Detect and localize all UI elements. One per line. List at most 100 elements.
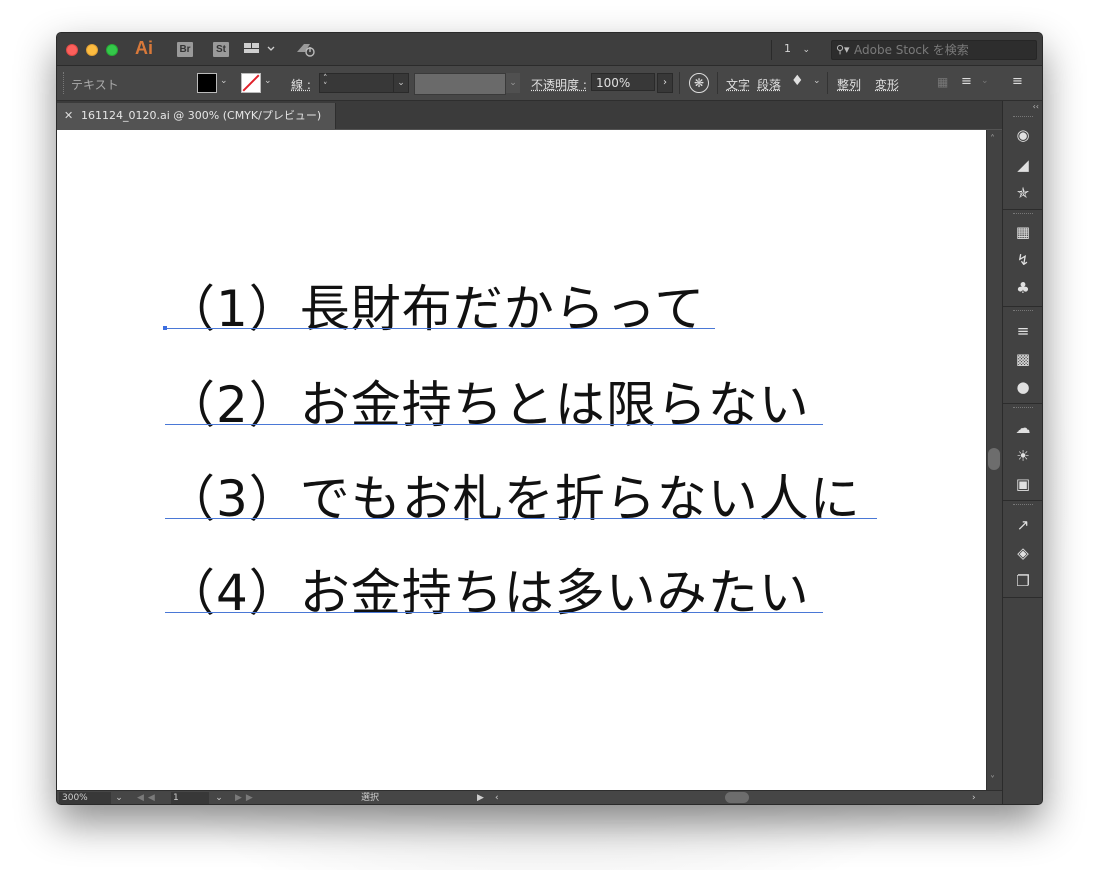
cc-libraries-icon[interactable]: ☁ xyxy=(1013,418,1033,438)
page-selector[interactable]: 1 ⌄ xyxy=(784,42,810,55)
chevron-down-icon[interactable]: ⌄ xyxy=(981,76,989,86)
stroke-weight-field[interactable]: ˄ ˅ ⌄ xyxy=(319,73,409,93)
scroll-thumb[interactable] xyxy=(988,448,1000,470)
text-line-3[interactable]: （3）でもお札を折らない人に xyxy=(165,472,877,526)
swatches-icon[interactable]: ▦ xyxy=(1013,222,1033,242)
stock-search-input[interactable] xyxy=(854,41,1032,59)
bridge-button[interactable]: Br xyxy=(177,42,193,57)
status-text: 選択 xyxy=(361,793,380,803)
brushes-icon[interactable]: ↯ xyxy=(1013,250,1033,270)
recolor-artwork-icon[interactable]: ❋ xyxy=(689,73,709,93)
artboards-icon[interactable]: ❐ xyxy=(1013,571,1033,591)
dock-group-5: ↗ ◈ ❐ xyxy=(1003,501,1042,598)
variable-width-profile[interactable] xyxy=(414,73,506,95)
title-bar: Ai Br St 1 ⌄ ⚲▾ xyxy=(57,33,1042,66)
color-themes-icon[interactable]: ✯ xyxy=(1013,183,1033,203)
fill-chevron-icon[interactable]: ⌄ xyxy=(220,76,228,86)
artboard-first-prev-buttons[interactable]: ◀◀ xyxy=(137,791,159,804)
scroll-left-icon[interactable]: ‹ xyxy=(495,791,499,804)
panel-grip[interactable] xyxy=(1013,310,1033,313)
chevron-down-icon[interactable]: ⌄ xyxy=(393,74,408,92)
opacity-arrow-icon[interactable]: › xyxy=(657,73,673,93)
collapse-panels-icon[interactable]: ‹‹ xyxy=(1033,102,1039,111)
dock-group-1: ◉ ◢ ✯ xyxy=(1003,113,1042,210)
paragraph-panel-link[interactable]: 段落 xyxy=(757,76,781,93)
document-tab-title: 161124_0120.ai @ 300% (CMYK/プレビュー) xyxy=(81,109,322,122)
text-line-1[interactable]: （1）長財布だからって xyxy=(163,282,715,336)
selection-type-label: テキスト xyxy=(71,78,119,92)
text-line-4[interactable]: （4）お金持ちは多いみたい xyxy=(165,566,823,620)
panel-grip[interactable] xyxy=(63,72,66,94)
transform-panel-link[interactable]: 変形 xyxy=(875,76,899,93)
zoom-window-button[interactable] xyxy=(106,44,118,56)
fill-color-swatch[interactable] xyxy=(197,73,217,93)
text-baseline xyxy=(165,328,715,329)
opacity-input[interactable]: 100% xyxy=(591,73,655,91)
text-baseline xyxy=(165,612,823,613)
panel-grip[interactable] xyxy=(1013,504,1033,507)
isolate-grid-icon[interactable]: ▦ xyxy=(937,75,948,89)
artboard-number-field[interactable]: 1 xyxy=(171,792,209,804)
minimize-window-button[interactable] xyxy=(86,44,98,56)
opacity-label-text: 不透明度 xyxy=(531,78,580,92)
dock-group-2: ▦ ↯ ♣ xyxy=(1003,210,1042,307)
stroke-chevron-icon[interactable]: ⌄ xyxy=(264,76,272,86)
stroke-color-swatch[interactable] xyxy=(241,73,261,93)
title-separator xyxy=(771,40,772,60)
layers-icon[interactable]: ◈ xyxy=(1013,543,1033,563)
stepper-icon[interactable]: ˄ ˅ xyxy=(323,75,328,92)
text-line-2[interactable]: （2）お金持ちとは限らない xyxy=(165,378,823,432)
status-menu-arrow-icon[interactable]: ▶ xyxy=(477,791,484,804)
chevron-down-icon[interactable]: ⌄ xyxy=(213,792,225,804)
artboard-canvas[interactable]: （1）長財布だからって （2）お金持ちとは限らない （3）でもお札を折らない人に… xyxy=(57,130,986,790)
status-bar: 300% ⌄ ◀◀ 1 ⌄ ▶▶ 選択 ▶ ‹ › xyxy=(57,790,1002,804)
color-guide-icon[interactable]: ◢ xyxy=(1013,155,1033,175)
appearance-icon[interactable]: ☀ xyxy=(1013,446,1033,466)
scroll-up-icon[interactable]: ˄ xyxy=(990,134,995,145)
divider xyxy=(679,72,680,94)
divider xyxy=(827,72,828,94)
stroke-panel-icon[interactable]: ≡ xyxy=(1013,321,1033,341)
document-tab[interactable]: ✕ 161124_0120.ai @ 300% (CMYK/プレビュー) xyxy=(57,103,336,129)
zoom-level-field[interactable]: 300% xyxy=(59,792,111,804)
close-icon[interactable]: ✕ xyxy=(64,103,73,129)
gpu-sync-icon[interactable] xyxy=(295,40,317,62)
chevron-down-icon[interactable]: ⌄ xyxy=(506,73,520,93)
panel-grip[interactable] xyxy=(1013,213,1033,216)
control-bar: テキスト ⌄ ⌄ 線 : ˄ ˅ ⌄ ⌄ 不透明度 : 100% › ❋ 文字 段… xyxy=(57,66,1042,101)
divider xyxy=(717,72,718,94)
horizontal-scroll-thumb[interactable] xyxy=(725,792,749,803)
character-panel-link[interactable]: 文字 xyxy=(726,76,750,93)
dock-group-4: ☁ ☀ ▣ xyxy=(1003,404,1042,501)
scroll-right-icon[interactable]: › xyxy=(972,791,976,804)
vertical-scrollbar[interactable]: ˄ ˅ xyxy=(986,130,1003,790)
align-options-icon[interactable]: ≡ xyxy=(961,74,972,89)
panel-grip[interactable] xyxy=(1013,407,1033,410)
gradient-icon[interactable]: ▩ xyxy=(1013,349,1033,369)
artboard-next-last-buttons[interactable]: ▶▶ xyxy=(235,791,257,804)
graphic-styles-icon[interactable]: ▣ xyxy=(1013,474,1033,494)
transparency-icon[interactable]: ● xyxy=(1013,377,1033,397)
text-baseline xyxy=(165,424,823,425)
panel-grip[interactable] xyxy=(1013,116,1033,119)
text-baseline xyxy=(165,518,877,519)
stock-button[interactable]: St xyxy=(213,42,229,57)
illustrator-window: Ai Br St 1 ⌄ ⚲▾ テキスト xyxy=(56,32,1043,805)
color-palette-icon[interactable]: ◉ xyxy=(1013,125,1033,145)
stroke-label[interactable]: 線 : xyxy=(291,76,311,93)
workspace-grid-icon[interactable] xyxy=(244,41,284,57)
envelope-warp-icon[interactable]: ♦ xyxy=(791,73,804,89)
document-tab-bar: ✕ 161124_0120.ai @ 300% (CMYK/プレビュー) xyxy=(57,101,1002,129)
asset-export-icon[interactable]: ↗ xyxy=(1013,515,1033,535)
close-window-button[interactable] xyxy=(66,44,78,56)
panel-menu-icon[interactable]: ≡ xyxy=(1012,74,1023,89)
panel-dock: ‹‹ ◉ ◢ ✯ ▦ ↯ ♣ ≡ ▩ ● ☁ ☀ ▣ ↗ ◈ ❐ xyxy=(1002,101,1042,804)
chevron-down-icon[interactable]: ⌄ xyxy=(813,76,821,86)
opacity-label[interactable]: 不透明度 : xyxy=(531,76,587,93)
scroll-down-icon[interactable]: ˅ xyxy=(990,775,995,786)
stock-search[interactable]: ⚲▾ xyxy=(831,40,1037,60)
symbols-icon[interactable]: ♣ xyxy=(1013,278,1033,298)
align-panel-link[interactable]: 整列 xyxy=(837,76,861,93)
chevron-down-icon[interactable]: ⌄ xyxy=(113,792,125,804)
text-anchor-point[interactable] xyxy=(163,326,167,330)
